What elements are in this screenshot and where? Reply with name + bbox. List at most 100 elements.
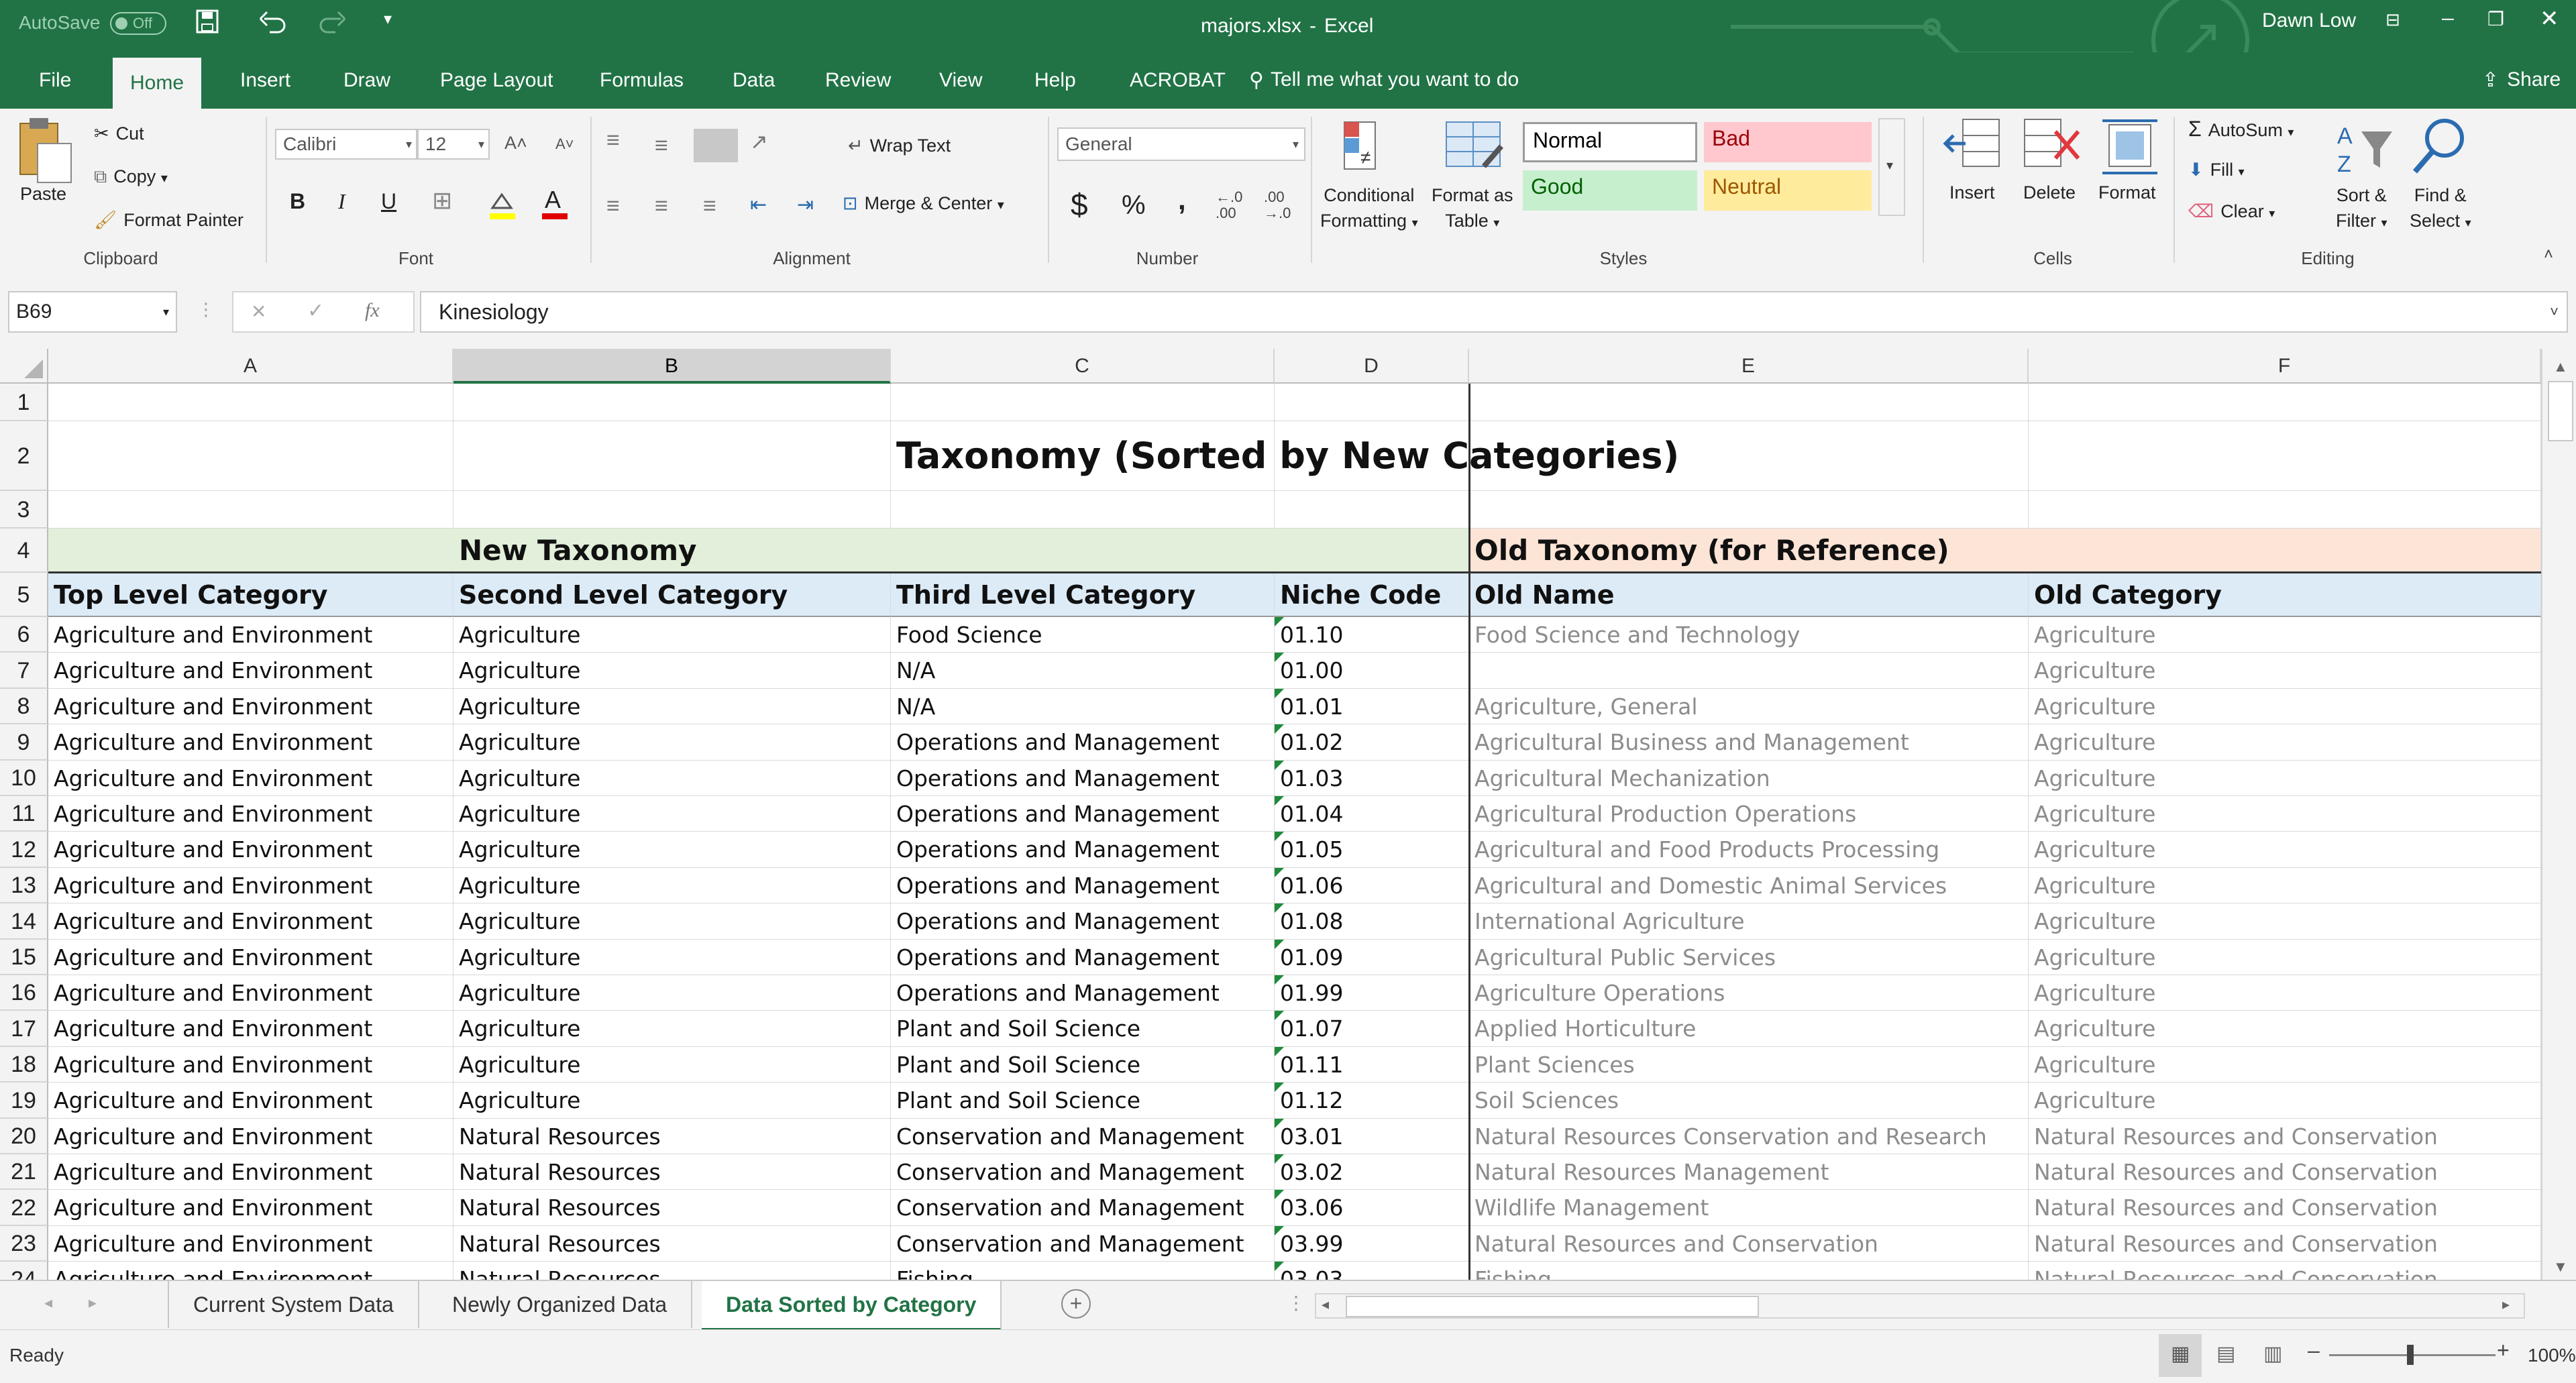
decrease-indent-icon[interactable]: ⇤ [750, 193, 767, 217]
column-title[interactable]: Third Level Category [891, 573, 1275, 617]
cell[interactable] [1469, 491, 2029, 529]
insert-function-button[interactable]: fx [365, 299, 380, 322]
column-title[interactable]: Old Category [2029, 573, 2541, 617]
name-box[interactable]: B69 ▾ [8, 291, 177, 333]
table-cell[interactable]: Agriculture [453, 903, 891, 940]
cell[interactable] [1275, 384, 1469, 421]
niche-code-cell[interactable]: 01.02 [1275, 724, 1469, 761]
copy-button[interactable]: ⧉ Copy ▾ [94, 166, 168, 188]
column-title[interactable]: Old Name [1469, 573, 2029, 617]
niche-code-cell[interactable]: 01.01 [1275, 689, 1469, 724]
table-cell[interactable]: Agriculture [2029, 1047, 2541, 1083]
cell[interactable] [891, 491, 1275, 529]
table-cell[interactable]: Operations and Management [891, 975, 1275, 1011]
align-bottom-icon[interactable] [694, 129, 738, 162]
restore-icon[interactable]: ❐ [2487, 8, 2504, 30]
row-header[interactable]: 21 [0, 1154, 48, 1190]
next-sheet-icon[interactable]: ▸ [89, 1293, 97, 1313]
fill-color-icon[interactable] [486, 188, 519, 225]
tab-home[interactable]: Home [113, 58, 202, 109]
table-cell[interactable]: Agricultural and Food Products Processin… [1469, 832, 2029, 868]
cell[interactable] [1275, 491, 1469, 529]
column-header-f[interactable]: F [2029, 349, 2541, 384]
table-cell[interactable]: Agriculture and Environment [48, 868, 453, 903]
autosum-button[interactable]: Σ AutoSum ▾ [2188, 117, 2294, 142]
enter-icon[interactable]: ✓ [307, 299, 324, 323]
column-title[interactable]: Top Level Category [48, 573, 453, 617]
table-cell[interactable]: Natural Resources Management [1469, 1154, 2029, 1190]
table-cell[interactable]: Agriculture [453, 1011, 891, 1047]
table-cell[interactable]: Agriculture and Environment [48, 1190, 453, 1226]
table-cell[interactable]: Agriculture [453, 689, 891, 724]
table-cell[interactable]: Natural Resources and Conservation [2029, 1226, 2541, 1262]
page-break-view-icon[interactable]: ▥ [2263, 1342, 2282, 1366]
user-name[interactable]: Dawn Low [2262, 9, 2356, 32]
table-cell[interactable]: Agriculture [2029, 689, 2541, 724]
conditional-formatting-icon[interactable]: ≠ [1342, 119, 1379, 176]
table-cell[interactable]: Natural Resources and Conservation [1469, 1226, 2029, 1262]
table-cell[interactable]: Conservation and Management [891, 1119, 1275, 1154]
sort-filter-icon[interactable]: AZ [2334, 118, 2395, 182]
currency-button[interactable]: $ [1071, 186, 1088, 223]
style-bad[interactable]: Bad [1704, 122, 1872, 162]
tab-view[interactable]: View [922, 52, 1000, 109]
cut-button[interactable]: ✂ Cut [94, 123, 144, 144]
increase-decimal-icon[interactable]: ←.0.00 [1216, 189, 1242, 221]
collapse-ribbon-icon[interactable]: ˄ [2544, 245, 2553, 264]
cell[interactable] [453, 384, 891, 421]
table-cell[interactable]: Agricultural Public Services [1469, 940, 2029, 975]
tell-me-box[interactable]: ⚲ Tell me what you want to do [1249, 68, 1519, 92]
table-cell[interactable]: Operations and Management [891, 796, 1275, 832]
insert-cells-button[interactable]: Insert [1949, 182, 1995, 203]
tab-draw[interactable]: Draw [326, 52, 408, 109]
close-icon[interactable]: ✕ [2540, 5, 2559, 32]
table-cell[interactable]: Agriculture [2029, 975, 2541, 1011]
table-cell[interactable]: Plant and Soil Science [891, 1083, 1275, 1119]
table-cell[interactable]: Agriculture and Environment [48, 761, 453, 796]
qat-customize-icon[interactable]: ▾ [384, 9, 392, 29]
save-icon[interactable] [196, 9, 219, 34]
share-button[interactable]: ⇪ Share [2482, 68, 2561, 92]
bold-button[interactable]: B [290, 189, 305, 214]
table-cell[interactable]: Agriculture [453, 832, 891, 868]
row-header[interactable]: 8 [0, 689, 48, 724]
paste-icon[interactable] [15, 117, 75, 184]
fill-button[interactable]: ⬇ Fill ▾ [2188, 160, 2245, 180]
row-header[interactable]: 6 [0, 617, 48, 653]
tab-formulas[interactable]: Formulas [582, 52, 701, 109]
old-taxonomy-label[interactable]: Old Taxonomy (for Reference) [1469, 529, 2541, 573]
sheet-title[interactable]: Taxonomy (Sorted by New Categories) [896, 421, 1679, 491]
sort-filter-button[interactable]: Sort & Filter ▾ [2336, 182, 2387, 235]
table-cell[interactable]: Agriculture [2029, 1083, 2541, 1119]
table-cell[interactable]: Natural Resources [453, 1226, 891, 1262]
table-cell[interactable]: Agriculture and Environment [48, 689, 453, 724]
niche-code-cell[interactable]: 01.12 [1275, 1083, 1469, 1119]
table-cell[interactable]: Agriculture [453, 1047, 891, 1083]
table-cell[interactable]: Agriculture and Environment [48, 653, 453, 689]
orientation-icon[interactable]: ↗ [750, 129, 768, 154]
table-cell[interactable]: Operations and Management [891, 761, 1275, 796]
table-cell[interactable]: Agriculture [453, 940, 891, 975]
format-cells-button[interactable]: Format [2098, 182, 2156, 203]
decrease-decimal-icon[interactable]: .00 →.0 [1264, 189, 1291, 221]
table-cell[interactable]: Conservation and Management [891, 1226, 1275, 1262]
niche-code-cell[interactable]: 01.11 [1275, 1047, 1469, 1083]
niche-code-cell[interactable]: 01.99 [1275, 975, 1469, 1011]
row-header[interactable]: 15 [0, 940, 48, 975]
cell[interactable] [48, 384, 453, 421]
table-cell[interactable]: N/A [891, 689, 1275, 724]
table-cell[interactable]: Plant Sciences [1469, 1047, 2029, 1083]
table-cell[interactable]: Soil Sciences [1469, 1083, 2029, 1119]
table-cell[interactable]: Agriculture and Environment [48, 1083, 453, 1119]
niche-code-cell[interactable]: 03.02 [1275, 1154, 1469, 1190]
niche-code-cell[interactable]: 01.08 [1275, 903, 1469, 940]
cell[interactable] [48, 421, 453, 491]
table-cell[interactable]: Agricultural Production Operations [1469, 796, 2029, 832]
borders-icon[interactable]: ⊞ [432, 186, 452, 215]
table-cell[interactable]: Agriculture [2029, 761, 2541, 796]
align-center-icon[interactable]: ≡ [655, 193, 668, 219]
tab-insert[interactable]: Insert [223, 52, 308, 109]
find-select-icon[interactable] [2408, 115, 2469, 179]
scroll-thumb[interactable] [2548, 381, 2573, 441]
table-cell[interactable]: Natural Resources and Conservation [2029, 1154, 2541, 1190]
